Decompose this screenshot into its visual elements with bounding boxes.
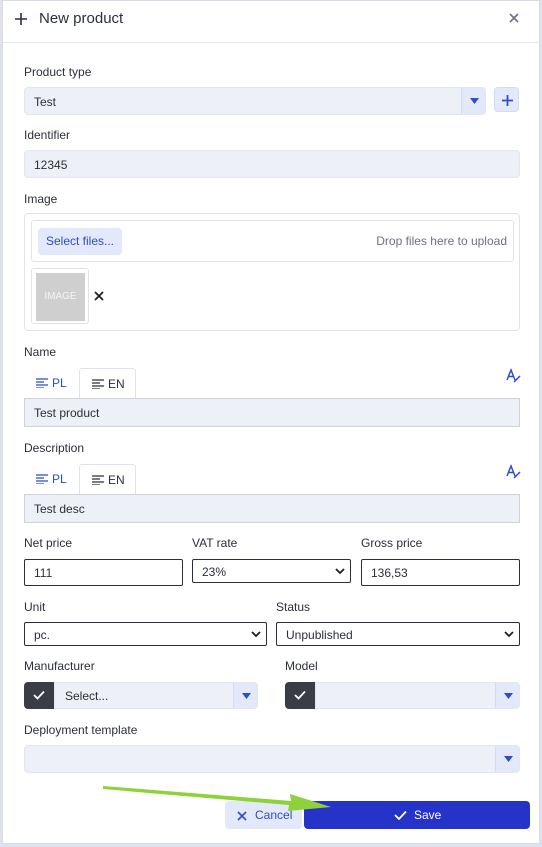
description-tab-pl-label: PL bbox=[52, 472, 67, 486]
upload-dropzone[interactable]: Select files... Drop files here to uploa… bbox=[31, 220, 514, 262]
status-label: Status bbox=[276, 600, 311, 614]
net-price-input[interactable]: 111 bbox=[24, 559, 183, 586]
select-files-button[interactable]: Select files... bbox=[38, 228, 122, 255]
gross-price-input[interactable]: 136,53 bbox=[361, 559, 520, 586]
plus-icon bbox=[15, 13, 27, 25]
model-select[interactable] bbox=[315, 682, 520, 709]
cancel-button[interactable]: Cancel bbox=[225, 801, 302, 829]
image-thumbnail: IMAGE bbox=[36, 273, 85, 321]
remove-image-icon[interactable] bbox=[94, 291, 104, 301]
name-tab-pl[interactable]: PL bbox=[24, 368, 79, 398]
chevron-down-icon bbox=[504, 631, 514, 638]
manufacturer-label: Manufacturer bbox=[24, 659, 95, 673]
manufacturer-select[interactable]: Select... bbox=[54, 682, 258, 709]
manufacturer-dropdown-button[interactable] bbox=[233, 683, 257, 708]
name-tab-en[interactable]: EN bbox=[79, 368, 136, 399]
name-label: Name bbox=[24, 345, 57, 359]
deployment-template-label: Deployment template bbox=[24, 723, 138, 737]
deployment-template-dropdown-button[interactable] bbox=[495, 746, 519, 772]
chevron-down-icon bbox=[504, 756, 513, 762]
chevron-down-icon bbox=[504, 693, 513, 699]
unit-label: Unit bbox=[24, 600, 46, 614]
description-value: Test desc bbox=[34, 502, 85, 516]
new-product-dialog: New product Product type Test Identifier… bbox=[2, 0, 541, 844]
chevron-down-icon bbox=[242, 693, 251, 699]
dialog-header: New product bbox=[3, 1, 541, 43]
image-thumbnail-frame: IMAGE bbox=[31, 268, 89, 324]
cancel-button-label: Cancel bbox=[255, 808, 293, 822]
model-toggle[interactable] bbox=[285, 682, 315, 709]
identifier-label: Identifier bbox=[24, 128, 71, 142]
model-label: Model bbox=[285, 659, 318, 673]
text-align-icon bbox=[92, 379, 104, 389]
manufacturer-placeholder: Select... bbox=[65, 689, 109, 703]
chevron-down-icon bbox=[470, 98, 479, 104]
description-input[interactable]: Test desc bbox=[24, 494, 520, 523]
identifier-value: 12345 bbox=[34, 158, 68, 172]
model-dropdown-button[interactable] bbox=[495, 683, 519, 708]
chevron-down-icon bbox=[335, 568, 345, 575]
product-type-value: Test bbox=[34, 95, 57, 109]
vat-rate-label: VAT rate bbox=[192, 536, 238, 550]
image-upload-area: Select files... Drop files here to uploa… bbox=[24, 213, 520, 331]
description-tab-en[interactable]: EN bbox=[79, 464, 136, 495]
deployment-template-select[interactable] bbox=[24, 745, 520, 773]
translate-icon[interactable] bbox=[505, 464, 521, 480]
dialog-title: New product bbox=[39, 10, 124, 27]
text-align-icon bbox=[36, 378, 48, 388]
unit-value: pc. bbox=[34, 628, 51, 642]
translate-icon[interactable] bbox=[505, 368, 521, 384]
manufacturer-toggle[interactable] bbox=[24, 682, 54, 709]
product-type-dropdown-button[interactable] bbox=[461, 88, 485, 114]
add-product-type-button[interactable] bbox=[494, 87, 519, 112]
drop-files-hint: Drop files here to upload bbox=[376, 234, 507, 248]
check-icon bbox=[294, 690, 306, 700]
close-icon bbox=[237, 811, 247, 821]
product-type-select[interactable]: Test bbox=[24, 87, 486, 115]
gross-price-value: 136,53 bbox=[371, 566, 408, 580]
plus-icon bbox=[502, 95, 513, 106]
status-select[interactable]: Unpublished bbox=[276, 622, 520, 646]
status-value: Unpublished bbox=[286, 628, 353, 642]
save-button-label: Save bbox=[414, 808, 442, 822]
name-tab-pl-label: PL bbox=[52, 376, 67, 390]
check-icon bbox=[33, 690, 45, 700]
chevron-down-icon bbox=[251, 631, 261, 638]
image-label: Image bbox=[24, 192, 58, 206]
gross-price-label: Gross price bbox=[361, 536, 423, 550]
name-tab-en-label: EN bbox=[108, 377, 125, 391]
text-align-icon bbox=[36, 474, 48, 484]
description-tab-pl[interactable]: PL bbox=[24, 464, 79, 494]
identifier-input[interactable]: 12345 bbox=[24, 150, 520, 178]
description-label: Description bbox=[24, 441, 85, 455]
net-price-value: 111 bbox=[34, 566, 53, 580]
text-align-icon bbox=[92, 475, 104, 485]
save-button[interactable]: Save bbox=[304, 801, 530, 829]
vat-rate-select[interactable]: 23% bbox=[192, 559, 351, 583]
description-tab-en-label: EN bbox=[108, 473, 125, 487]
name-value: Test product bbox=[34, 406, 100, 420]
name-input[interactable]: Test product bbox=[24, 398, 520, 427]
net-price-label: Net price bbox=[24, 536, 73, 550]
vat-rate-value: 23% bbox=[202, 565, 227, 579]
product-type-label: Product type bbox=[24, 65, 92, 79]
close-icon[interactable] bbox=[507, 11, 521, 25]
check-icon bbox=[394, 810, 407, 820]
unit-select[interactable]: pc. bbox=[24, 622, 267, 646]
